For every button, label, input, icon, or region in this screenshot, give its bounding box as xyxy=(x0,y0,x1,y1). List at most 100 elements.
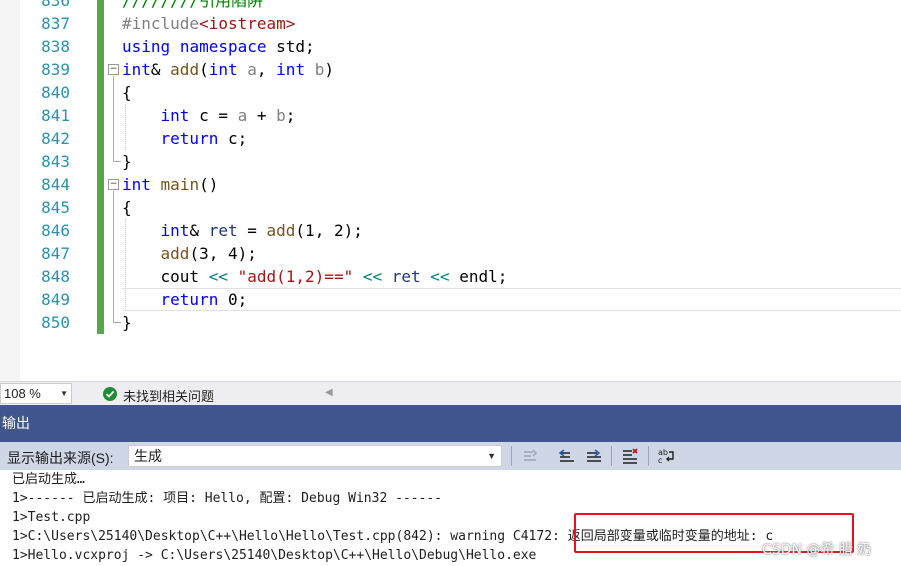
code-text: cout << "add(1,2)==" << ret << endl; xyxy=(122,265,508,288)
change-indicator xyxy=(97,242,104,265)
line-number: 845 xyxy=(41,198,70,217)
code-text: using namespace std; xyxy=(122,35,315,58)
code-token: << xyxy=(430,267,450,286)
code-token: ret xyxy=(208,221,238,240)
collapse-toggle-icon[interactable]: − xyxy=(108,64,119,75)
code-text: ////////引用陷阱 xyxy=(122,0,263,12)
code-line[interactable]: 839 int& add(int a, int b) xyxy=(0,58,901,81)
change-indicator xyxy=(97,173,104,196)
line-number: 842 xyxy=(41,129,70,148)
line-number: 844 xyxy=(41,175,70,194)
code-line[interactable]: 847 add(3, 4); xyxy=(0,242,901,265)
output-toolbar: 显示输出来源(S): 生成 ▼ ab c xyxy=(0,442,901,470)
code-token: add xyxy=(160,244,190,263)
code-text: } xyxy=(122,150,132,173)
code-line[interactable]: 838 using namespace std; xyxy=(0,35,901,58)
code-token: a xyxy=(237,106,248,125)
code-line[interactable]: 846 int& ret = add(1, 2); xyxy=(0,219,901,242)
collapse-toggle-icon[interactable]: − xyxy=(108,179,119,190)
code-line[interactable]: 836 ////////引用陷阱 xyxy=(0,0,901,12)
code-token: c; xyxy=(218,129,248,148)
code-line[interactable]: 837 #include<iostream> xyxy=(0,12,901,35)
issues-status[interactable]: 未找到相关问题 xyxy=(123,386,214,405)
output-source-value: 生成 xyxy=(134,448,162,464)
zoom-dropdown[interactable]: 108 % ▼ xyxy=(0,383,72,404)
go-to-previous-message-icon[interactable] xyxy=(556,445,578,467)
code-token: c = xyxy=(189,106,238,125)
fold-region-line xyxy=(113,76,114,161)
code-token: } xyxy=(122,313,132,332)
code-text: add(3, 4); xyxy=(122,242,257,265)
fold-region-end xyxy=(113,161,121,162)
code-token: } xyxy=(122,152,132,171)
code-token: ; xyxy=(285,106,296,125)
change-indicator xyxy=(97,288,104,311)
code-token: std; xyxy=(266,37,315,56)
code-token: = xyxy=(237,221,267,240)
code-token: endl; xyxy=(449,267,508,286)
editor-status-bar: 108 % ▼ 未找到相关问题 ◀ xyxy=(0,381,901,405)
code-token: int xyxy=(160,106,190,125)
line-number: 848 xyxy=(41,267,70,286)
change-indicator xyxy=(97,104,104,127)
code-token: int xyxy=(160,221,190,240)
indent-guide xyxy=(125,104,126,150)
code-token: () xyxy=(199,175,219,194)
code-token: { xyxy=(122,198,132,217)
change-indicator xyxy=(97,150,104,173)
output-line: 1>Hello.vcxproj -> C:\Users\25140\Deskto… xyxy=(12,548,537,563)
toggle-word-wrap-icon[interactable]: ab c xyxy=(656,445,678,467)
code-text: } xyxy=(122,311,132,334)
code-line[interactable]: 840 { xyxy=(0,81,901,104)
go-to-next-message-icon[interactable] xyxy=(583,445,605,467)
change-indicator xyxy=(97,58,104,81)
output-panel-title: 输出 xyxy=(0,405,901,442)
code-line[interactable]: 845 { xyxy=(0,196,901,219)
chevron-down-icon: ▼ xyxy=(487,451,496,461)
change-indicator xyxy=(97,196,104,219)
check-circle-icon xyxy=(103,387,117,401)
zoom-value: 108 % xyxy=(4,386,41,401)
code-line[interactable]: 842 return c; xyxy=(0,127,901,150)
code-text: #include<iostream> xyxy=(122,12,295,35)
scroll-left-icon[interactable]: ◀ xyxy=(325,387,333,398)
code-token: & xyxy=(189,221,209,240)
code-text: { xyxy=(122,81,132,104)
line-number: 843 xyxy=(41,152,70,171)
code-editor[interactable]: 836 ////////引用陷阱 837 #include<iostream> 838 u… xyxy=(0,0,901,381)
clear-all-icon[interactable] xyxy=(619,445,641,467)
code-token: << xyxy=(362,267,383,286)
find-message-in-code-icon[interactable] xyxy=(519,445,541,467)
output-line: 1>Test.cpp xyxy=(12,510,91,525)
code-line[interactable]: 844 int main() xyxy=(0,173,901,196)
code-token: (1, 2); xyxy=(295,221,363,240)
code-line[interactable]: 850} xyxy=(0,311,901,334)
code-text: { xyxy=(122,196,132,219)
fold-region-end xyxy=(113,322,121,323)
line-number: 840 xyxy=(41,83,70,102)
line-number: 837 xyxy=(41,14,70,33)
output-source-label: 显示输出来源(S): xyxy=(7,450,114,466)
code-token: namespace xyxy=(179,37,267,56)
code-token: (3, 4); xyxy=(189,244,257,263)
code-token: return xyxy=(160,129,219,148)
code-line[interactable]: 841 int c = a + b; xyxy=(0,104,901,127)
code-token: << xyxy=(208,267,228,286)
chevron-down-icon: ▼ xyxy=(60,389,68,398)
line-number: 836 xyxy=(41,0,70,10)
code-line[interactable]: 843} xyxy=(0,150,901,173)
current-line-highlight xyxy=(122,288,901,311)
line-number: 838 xyxy=(41,37,70,56)
change-indicator xyxy=(97,12,104,35)
code-token: ////////引用陷阱 xyxy=(122,0,264,10)
output-source-select[interactable]: 生成 ▼ xyxy=(128,445,502,467)
change-indicator xyxy=(97,127,104,150)
code-line[interactable]: 848 cout << "add(1,2)==" << ret << endl; xyxy=(0,265,901,288)
code-text: return c; xyxy=(122,127,248,150)
